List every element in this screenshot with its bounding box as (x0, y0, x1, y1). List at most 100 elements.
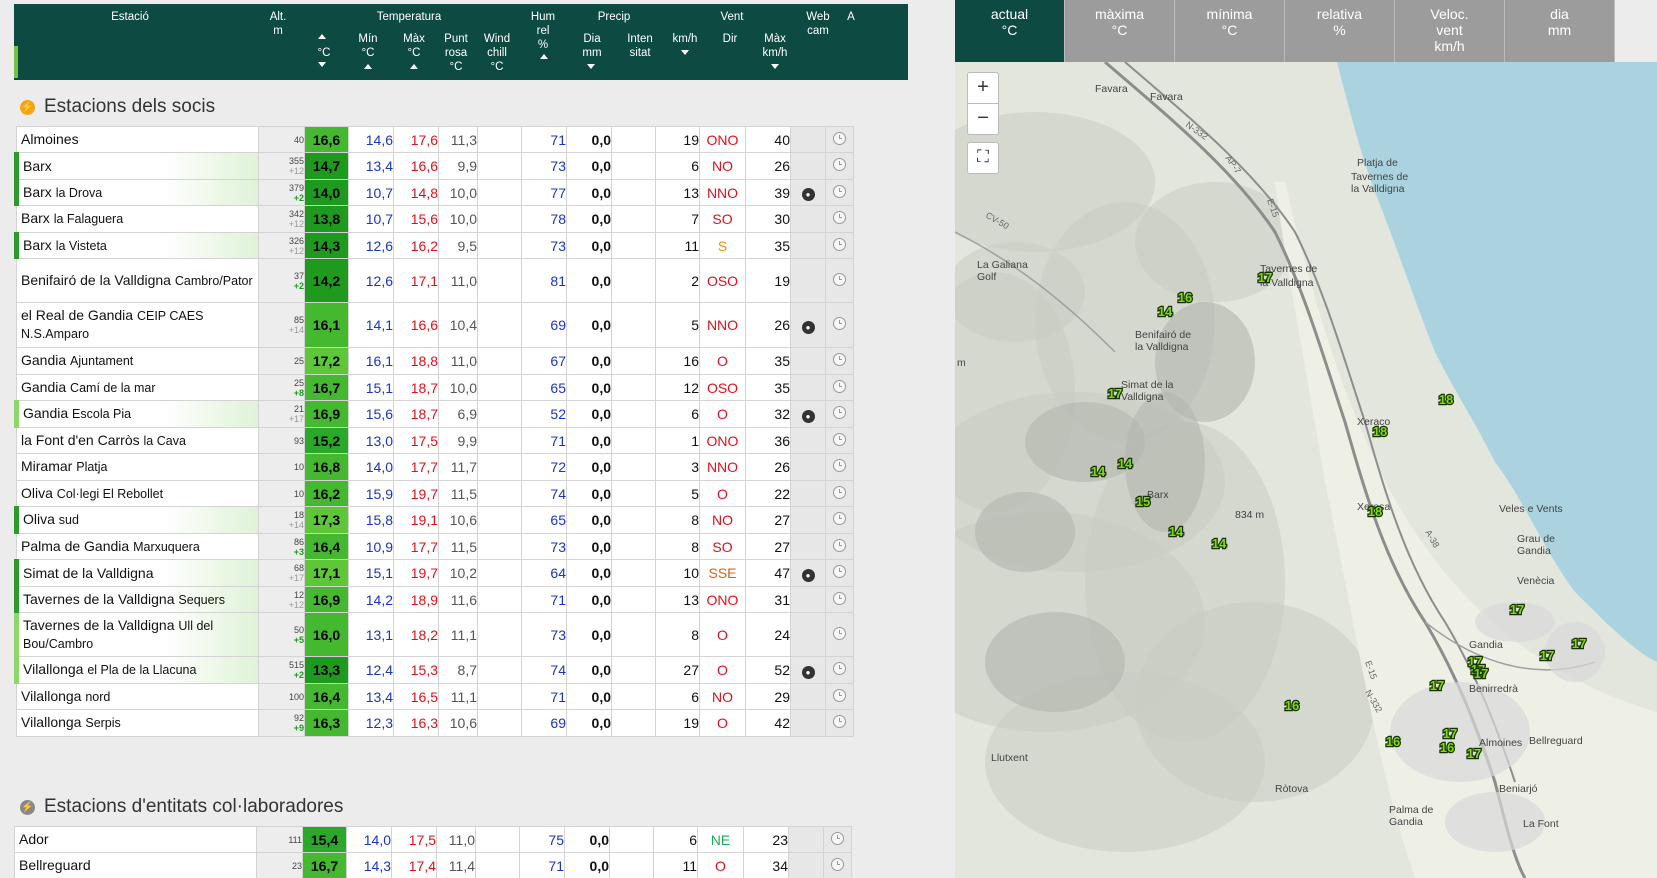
temperature-marker[interactable]: 17 (1466, 745, 1483, 763)
table-row[interactable]: Simat de la Valldigna 68 +17 17,1 15,1 19,7 10… (14, 559, 854, 587)
station-name-cell[interactable]: Miramar Platja (16, 453, 259, 481)
header-min[interactable]: Mín °C (350, 32, 386, 60)
temperature-marker[interactable]: 14 (1117, 455, 1135, 473)
temperature-marker[interactable]: 17 (1442, 725, 1459, 743)
station-subname[interactable]: Escola Pia (72, 407, 131, 421)
station-name[interactable]: Benifairó de la Valldigna (21, 272, 171, 288)
station-subname[interactable]: Marxuquera (133, 540, 200, 554)
table-row[interactable]: Tavernes de la Valldigna Ull del Bou/Cam… (14, 612, 854, 657)
station-name[interactable]: Oliva (21, 485, 53, 501)
station-name-cell[interactable]: Gandia Escola Pia (14, 400, 259, 428)
table-row[interactable]: Oliva Col·legi El Rebollet 10 16,2 15,9 19,7… (16, 480, 854, 507)
clock-icon[interactable] (833, 158, 846, 171)
history-cell[interactable] (825, 656, 854, 684)
header-windchill[interactable]: Wind chill °C (476, 32, 518, 74)
history-cell[interactable] (825, 258, 854, 303)
station-subname[interactable]: Platja (76, 460, 107, 474)
history-cell[interactable] (825, 586, 854, 613)
table-row[interactable]: Vilallonga el Pla de la Llacuna 515 +2 13,3… (14, 656, 854, 684)
clock-icon[interactable] (833, 237, 846, 251)
clock-icon[interactable] (831, 857, 844, 871)
sort-min-icon[interactable] (364, 64, 372, 69)
table-row[interactable]: Barx la Visteta 326 +12 14,3 12,6 16,2 9,5 73 0,… (14, 232, 854, 259)
table-row[interactable]: Barx la Falaguera 342 +12 13,8 10,7 15,6 10,0 7… (16, 205, 854, 233)
station-name-cell[interactable]: Oliva Col·legi El Rebollet (16, 480, 259, 507)
temperature-marker[interactable]: 16 (1177, 289, 1194, 307)
history-cell[interactable] (825, 480, 854, 507)
temperature-marker[interactable]: 14 (1157, 303, 1175, 321)
table-row[interactable]: Barx la Drova 379 +2 14,0 10,7 14,8 10,0 77 0,0 1… (14, 179, 854, 206)
clock-icon[interactable] (833, 353, 846, 366)
station-name[interactable]: Oliva (23, 511, 55, 527)
history-cell[interactable] (825, 205, 854, 233)
history-cell[interactable] (823, 826, 852, 853)
clock-icon[interactable] (833, 512, 846, 525)
clock-icon[interactable] (833, 591, 846, 605)
clock-icon[interactable] (833, 272, 846, 286)
header-alt[interactable]: Alt. m (264, 10, 292, 38)
header-hum[interactable]: Hum rel% (522, 10, 564, 52)
webcam-cell[interactable]: ● (790, 302, 826, 348)
table-row[interactable]: Gandia Camí de la mar 25 +8 16,7 15,1 18,7 10,… (16, 374, 854, 401)
camera-icon[interactable]: ● (801, 568, 815, 582)
table-row[interactable]: la Font d'en Carròs la Cava 93 15,2 13,0 17,… (16, 427, 854, 454)
station-subname[interactable]: nord (85, 690, 110, 704)
station-subname[interactable]: la Visteta (56, 239, 107, 253)
temperature-marker[interactable]: 17 (1257, 269, 1274, 287)
table-row[interactable]: Bellreguard 23 16,7 14,3 17,4 11,4 71 0,0 11 O 34 (14, 852, 852, 878)
temperature-marker[interactable]: 15 (1135, 493, 1152, 511)
station-name[interactable]: Ador (19, 831, 49, 847)
table-row[interactable]: Benifairó de la Valldigna Cambro/Pator 37… (16, 258, 854, 303)
camera-icon[interactable]: ● (801, 188, 815, 201)
station-subname[interactable]: la Drova (56, 186, 103, 200)
sort-hum-icon[interactable] (540, 54, 548, 59)
table-row[interactable]: Vilallonga Serpis 92 +9 16,3 12,3 16,3 10,6 69 0… (16, 709, 854, 737)
table-row[interactable]: Tavernes de la Valldigna Sequers 12 +12 16,… (14, 586, 854, 613)
history-cell[interactable] (825, 709, 854, 737)
station-subname[interactable]: la Falaguera (54, 212, 124, 226)
temperature-marker[interactable]: 16 (1385, 733, 1402, 751)
station-name-cell[interactable]: Vilallonga Serpis (16, 709, 259, 737)
station-name-cell[interactable]: Barx la Drova (14, 179, 259, 206)
station-name-cell[interactable]: Gandia Ajuntament (16, 347, 259, 375)
history-cell[interactable] (825, 152, 854, 180)
map-tab-2[interactable]: mínima °C (1175, 0, 1285, 62)
header-a[interactable]: A (840, 10, 862, 24)
history-cell[interactable] (825, 232, 854, 259)
history-cell[interactable] (825, 427, 854, 454)
station-name[interactable]: Vilallonga (23, 661, 83, 677)
table-row[interactable]: Ador 111 15,4 14,0 17,5 11,0 75 0,0 6 NE 23 (14, 826, 852, 853)
history-cell[interactable] (825, 612, 854, 657)
sort-up-icon[interactable] (318, 34, 326, 39)
header-cur-unit[interactable]: °C (304, 46, 344, 60)
header-dia[interactable]: Dia mm (572, 32, 612, 60)
station-name-cell[interactable]: Tavernes de la Valldigna Ull del Bou/Cam… (14, 612, 259, 657)
temperature-marker[interactable]: 14 (1168, 523, 1186, 541)
station-name[interactable]: la Font d'en Carròs (21, 432, 140, 448)
station-name-cell[interactable]: Vilallonga nord (16, 683, 259, 710)
history-cell[interactable] (825, 400, 854, 428)
zoom-in-button[interactable]: + (967, 72, 999, 104)
station-name[interactable]: Gandia (21, 379, 66, 395)
temperature-marker[interactable]: 16 (1284, 697, 1301, 715)
station-name-cell[interactable]: Gandia Camí de la mar (16, 374, 259, 401)
history-cell[interactable] (825, 683, 854, 710)
station-subname[interactable]: sud (59, 513, 79, 527)
clock-icon[interactable] (833, 565, 846, 578)
map-canvas[interactable]: FavaraPlatja deTavernes dela ValldignaTa… (955, 62, 1657, 878)
station-name[interactable]: Miramar (21, 458, 72, 474)
station-name[interactable]: el Real de Gandia (21, 307, 133, 323)
clock-icon[interactable] (833, 626, 846, 640)
header-vmax[interactable]: Màx km/h (754, 32, 796, 60)
table-row[interactable]: Palma de Gandia Marxuquera 86 +3 16,4 10,9 17… (16, 533, 854, 560)
history-cell[interactable] (823, 852, 852, 878)
webcam-cell[interactable]: ● (790, 656, 826, 684)
table-row[interactable]: Vilallonga nord 100 16,4 13,4 16,5 11,1 71 0,0 6… (16, 683, 854, 710)
clock-icon[interactable] (833, 688, 846, 702)
station-name-cell[interactable]: Ador (14, 826, 257, 853)
clock-icon[interactable] (831, 831, 844, 845)
clock-icon[interactable] (833, 211, 846, 224)
webcam-cell[interactable]: ● (790, 179, 826, 206)
station-name-cell[interactable]: Barx la Visteta (14, 232, 259, 259)
map-tab-5[interactable]: dia mm (1505, 0, 1615, 62)
